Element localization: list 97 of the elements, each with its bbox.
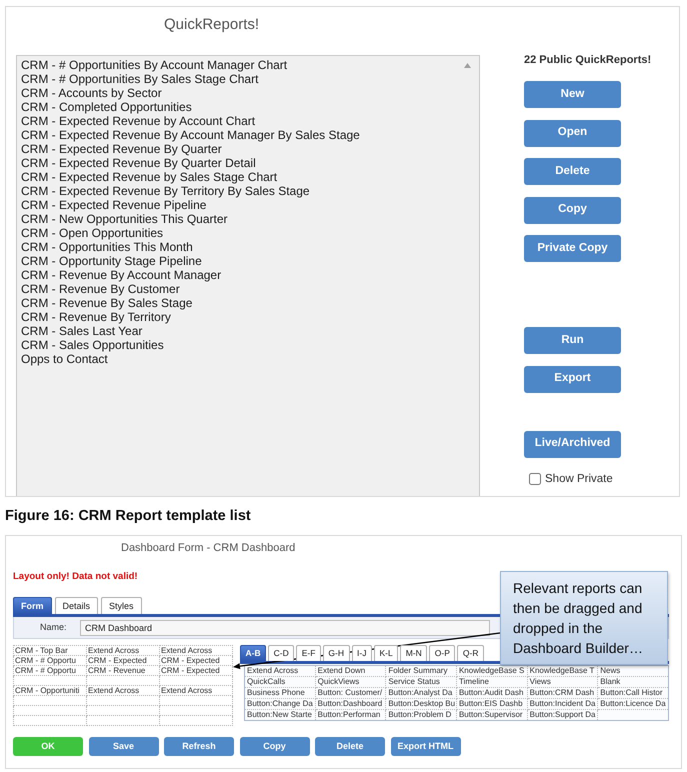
panel-title: QuickReports! (164, 16, 260, 34)
letter-tab[interactable]: E-F (296, 645, 321, 661)
list-item[interactable]: CRM - # Opportunities By Sales Stage Chart (21, 72, 258, 86)
tab[interactable]: Details (54, 597, 98, 614)
widget-cell[interactable]: Button:Dashboard (315, 698, 386, 710)
layout-cell: CRM - Opportuniti (14, 686, 86, 696)
callout: Relevant reports can then be dragged and dropped in the Dashboard Builder… (500, 571, 668, 665)
widget-cell[interactable]: Button:Licence Da (598, 698, 668, 710)
list-item[interactable]: CRM - Revenue By Sales Stage (21, 296, 192, 310)
letter-tab[interactable]: M-N (400, 645, 428, 661)
list-item[interactable]: CRM - Revenue By Territory (21, 310, 171, 324)
list-item[interactable]: CRM - Open Opportunities (21, 226, 164, 240)
action-button[interactable]: Refresh (164, 737, 234, 756)
widget-cell[interactable]: Timeline (456, 676, 528, 688)
widget-cell[interactable]: Views (527, 676, 598, 688)
list-item[interactable]: CRM - Sales Opportunities (21, 338, 164, 352)
layout-cell: CRM - # Opportu (14, 666, 86, 676)
layout-cell: CRM - Expected (86, 656, 160, 666)
list-item[interactable]: CRM - Expected Revenue Pipeline (21, 198, 206, 212)
list-item[interactable]: CRM - # Opportunities By Account Manager Chart (21, 58, 288, 72)
warning-text: Layout only! Data not valid! (13, 571, 138, 583)
letter-tab[interactable]: O-P (429, 645, 456, 661)
widget-cell[interactable]: QuickViews (315, 676, 386, 688)
scroll-arrow-icon[interactable] (464, 63, 471, 68)
widget-cell[interactable]: Button:Supervisor (456, 710, 528, 720)
tab[interactable]: Form (13, 597, 52, 614)
action-button[interactable]: Run (524, 327, 621, 354)
checkbox-label[interactable]: Show Private (545, 472, 613, 486)
list-item[interactable]: CRM - Expected Revenue by Sales Stage Chart (21, 170, 278, 184)
list-item[interactable]: CRM - Revenue By Customer (21, 282, 180, 296)
list-item[interactable]: CRM - Expected Revenue By Territory By Sales Stage (21, 184, 310, 198)
widget-cell[interactable]: Button:Problem D (386, 710, 456, 720)
report-list[interactable] (16, 55, 480, 496)
widget-cell[interactable]: Button:Performan (315, 710, 386, 720)
widget-cell[interactable]: Blank (598, 676, 668, 688)
list-item[interactable]: CRM - Completed Opportunities (21, 100, 192, 114)
layout-cell: CRM - Expected (160, 666, 232, 676)
action-button[interactable]: Delete (315, 737, 385, 756)
name-field[interactable]: CRM Dashboard (80, 620, 490, 636)
layout-cell: Extend Across (86, 646, 160, 656)
list-item[interactable]: CRM - Revenue By Account Manager (21, 268, 222, 282)
letter-tab[interactable]: A-B (240, 645, 266, 661)
form-title: Dashboard Form - CRM Dashboard (121, 541, 296, 555)
action-button[interactable]: Save (88, 737, 158, 756)
list-item[interactable]: CRM - Opportunity Stage Pipeline (21, 254, 202, 268)
widget-cell[interactable]: QuickCalls (244, 676, 316, 688)
action-button[interactable]: Delete (524, 158, 621, 185)
widget-cell[interactable]: Button:Call Histor (598, 688, 668, 698)
widget-cell[interactable]: Button:Support Da (527, 710, 598, 720)
letter-tab[interactable]: K-L (374, 645, 398, 661)
widget-cell[interactable]: Button:Analyst Da (386, 688, 456, 698)
widget-cell[interactable]: Folder Summary (386, 666, 456, 676)
action-button[interactable]: Export (524, 366, 621, 392)
layout-cell: CRM - Top Bar (14, 646, 86, 656)
list-item[interactable]: CRM - Expected Revenue by Account Chart (21, 114, 256, 128)
widget-cell[interactable]: Service Status (386, 676, 456, 688)
list-item[interactable]: CRM - Expected Revenue By Account Manager By Sales Stage (21, 128, 360, 142)
layout-cell: Extend Across (160, 646, 232, 656)
tab[interactable]: Styles (101, 597, 142, 614)
list-item[interactable]: Opps to Contact (21, 352, 108, 366)
widget-cell[interactable]: Business Phone (244, 688, 316, 698)
widget-cell[interactable]: Button:Audit Dash (456, 688, 528, 698)
widget-cell[interactable]: Button:New Starte (244, 710, 316, 720)
action-button[interactable]: New (524, 81, 621, 108)
action-button[interactable]: Live/Archived (524, 430, 621, 458)
list-item[interactable]: CRM - New Opportunities This Quarter (21, 212, 228, 226)
widget-cell[interactable]: Button:Desktop Bu (386, 698, 456, 710)
figure-caption: Figure 16: CRM Report template list (5, 507, 251, 525)
layout-cell: CRM - # Opportu (14, 656, 86, 666)
letter-tab[interactable]: G-H (322, 645, 350, 661)
list-item[interactable]: CRM - Expected Revenue By Quarter Detail (21, 156, 256, 170)
field-label: Name: (40, 622, 68, 633)
show-private-checkbox[interactable] (529, 473, 541, 485)
letter-tab[interactable]: C-D (268, 645, 294, 661)
letter-tab[interactable]: I-J (352, 645, 372, 661)
list-item[interactable]: CRM - Opportunities This Month (21, 240, 193, 254)
layout-cell: Extend Across (160, 686, 232, 696)
widget-cell[interactable]: Extend Across (244, 666, 316, 676)
layout-cell: CRM - Expected (160, 656, 232, 666)
layout-cell: CRM - Revenue (86, 666, 160, 676)
action-button[interactable]: Copy (240, 737, 310, 756)
widget-cell[interactable]: Extend Down (315, 666, 386, 676)
widget-cell[interactable]: Button:EIS Dashb (456, 698, 528, 710)
report-count-label: 22 Public QuickReports! (524, 54, 652, 67)
widget-cell[interactable]: Button:Change Da (244, 698, 316, 710)
widget-cell[interactable]: Button:Incident Da (527, 698, 598, 710)
list-item[interactable]: CRM - Expected Revenue By Quarter (21, 142, 222, 156)
layout-cell: Extend Across (86, 686, 160, 696)
action-button[interactable]: Export HTML (390, 737, 460, 756)
action-button[interactable]: Open (524, 120, 621, 146)
letter-tab[interactable]: Q-R (457, 645, 484, 661)
widget-cell[interactable]: Button:CRM Dash (527, 688, 598, 698)
widget-cell[interactable]: Button: Customer/ (315, 688, 386, 698)
list-item[interactable]: CRM - Accounts by Sector (21, 86, 162, 100)
action-button[interactable]: Private Copy (524, 235, 621, 262)
list-item[interactable]: CRM - Sales Last Year (21, 324, 142, 338)
action-button[interactable]: Copy (524, 196, 621, 224)
